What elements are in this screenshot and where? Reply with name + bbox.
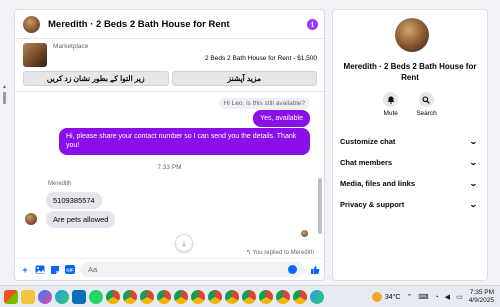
arrow-down-icon: ↓ xyxy=(181,238,187,248)
page-scroll-up-arrow[interactable]: ▲ xyxy=(2,84,7,90)
battery-icon[interactable]: ▭ xyxy=(456,293,463,301)
chat-window: Meredith · 2 Beds 2 Bath House for Rent … xyxy=(14,9,325,281)
listing-title-price[interactable]: 2 Beds 2 Bath House for Rent - $1,500 xyxy=(53,55,317,62)
avatar[interactable] xyxy=(23,15,40,33)
whatsapp-icon[interactable] xyxy=(89,289,103,304)
gif-icon[interactable]: GIF xyxy=(65,265,75,275)
keyboard-icon[interactable]: ⌨ xyxy=(418,293,428,301)
message-list: Hi Leo, is this still available? Yes, av… xyxy=(15,96,324,260)
chat-info-panel: Meredith · 2 Beds 2 Bath House for Rent … xyxy=(332,9,488,281)
wifi-icon[interactable]: ◔ xyxy=(434,294,438,301)
listing-thumbnail[interactable] xyxy=(23,43,47,67)
weather-widget[interactable]: 34°C xyxy=(371,292,401,302)
incoming-message[interactable]: Are pets allowed xyxy=(46,211,116,228)
section-label: Customize chat xyxy=(340,137,396,146)
volume-icon[interactable]: ◀ xyxy=(445,293,450,301)
sender-name: Meredith xyxy=(48,181,72,187)
search-label: Search xyxy=(416,110,437,117)
chat-header: Meredith · 2 Beds 2 Bath House for Rent … xyxy=(15,10,324,39)
mark-pending-button[interactable]: زیر التوا کے بطور نشان زد کریں xyxy=(23,71,169,86)
clock-date: 4/9/2025 xyxy=(468,297,494,304)
chat-title[interactable]: Meredith · 2 Beds 2 Bath House for Rent xyxy=(48,19,307,30)
quick-actions: Mute Search xyxy=(333,92,487,117)
copilot-icon[interactable] xyxy=(38,289,52,304)
reply-indicator: ↰ You replied to Meredith xyxy=(245,250,315,256)
clock[interactable]: 7:35 PM 4/9/2025 xyxy=(469,289,494,305)
outlook-icon[interactable] xyxy=(72,289,86,304)
message-timestamp: 7:33 PM xyxy=(157,164,182,171)
message-input[interactable]: Aa xyxy=(80,262,305,277)
mute-button[interactable]: Mute xyxy=(383,92,399,117)
svg-text:GIF: GIF xyxy=(66,268,74,273)
start-icon[interactable] xyxy=(4,289,18,304)
search-icon xyxy=(418,92,434,107)
system-tray: 34°C ⌃ ⌨ ◔ ◀ ▭ 7:35 PM 4/9/2025 xyxy=(371,286,500,307)
chevron-down-icon: ⌄ xyxy=(469,179,479,188)
edge-icon[interactable] xyxy=(310,289,324,304)
chrome-icon[interactable] xyxy=(191,289,205,304)
section-customize-chat[interactable]: Customize chat ⌄ xyxy=(333,131,487,152)
chrome-icon[interactable] xyxy=(242,289,256,304)
chrome-icon[interactable] xyxy=(174,289,188,304)
search-button[interactable]: Search xyxy=(416,92,437,117)
clock-time: 7:35 PM xyxy=(469,288,494,296)
section-privacy-support[interactable]: Privacy & support ⌄ xyxy=(333,194,487,215)
bell-icon xyxy=(383,92,399,107)
section-chat-members[interactable]: Chat members ⌄ xyxy=(333,152,487,173)
chrome-icon[interactable] xyxy=(157,289,171,304)
chrome-icon[interactable] xyxy=(259,289,273,304)
outgoing-message[interactable]: Yes, available xyxy=(253,110,310,128)
profile-name[interactable]: Meredith · 2 Beds 2 Bath House for Rent xyxy=(339,62,481,84)
info-icon[interactable]: i xyxy=(307,18,318,30)
read-receipt-avatar xyxy=(301,230,308,237)
temperature: 34°C xyxy=(384,293,401,301)
chrome-icon[interactable] xyxy=(123,289,137,304)
profile-avatar[interactable] xyxy=(395,18,429,52)
section-label: Media, files and links xyxy=(340,179,416,188)
incoming-message[interactable]: 5109385574 xyxy=(46,192,102,209)
sender-avatar[interactable] xyxy=(25,213,37,225)
mute-label: Mute xyxy=(383,110,398,117)
info-sections: Customize chat ⌄ Chat members ⌄ Media, f… xyxy=(333,131,487,215)
section-media-files-links[interactable]: Media, files and links ⌄ xyxy=(333,173,487,194)
section-label: Chat members xyxy=(340,158,393,167)
page-scrollbar[interactable] xyxy=(3,92,6,104)
thumbs-up-icon[interactable] xyxy=(310,265,320,275)
image-icon[interactable] xyxy=(35,265,45,275)
chevron-down-icon: ⌄ xyxy=(469,158,479,167)
emoji-icon[interactable] xyxy=(288,265,297,274)
listing-card: Marketplace 2 Beds 2 Bath House for Rent… xyxy=(15,39,324,86)
sticker-icon[interactable] xyxy=(50,265,60,275)
more-options-button[interactable]: مزید آپشنز xyxy=(171,71,317,86)
plus-icon[interactable]: + xyxy=(20,265,30,275)
divider xyxy=(15,91,324,92)
chrome-icon[interactable] xyxy=(225,289,239,304)
message-input-placeholder: Aa xyxy=(88,265,98,274)
folder-icon[interactable] xyxy=(21,289,35,304)
sun-icon xyxy=(371,292,382,302)
composer: + GIF Aa xyxy=(15,258,324,280)
chrome-icon[interactable] xyxy=(208,289,222,304)
outgoing-message[interactable]: Hi, please share your contact number so … xyxy=(59,128,310,155)
quoted-message[interactable]: Hi Leo, is this still available? xyxy=(218,98,310,109)
chat-scrollbar[interactable] xyxy=(318,178,322,234)
chevron-down-icon: ⌄ xyxy=(469,137,479,146)
section-label: Privacy & support xyxy=(340,200,405,209)
chevron-up-icon[interactable]: ⌃ xyxy=(406,293,412,301)
chrome-icon[interactable] xyxy=(140,289,154,304)
edge-icon[interactable] xyxy=(55,289,69,304)
scroll-to-bottom-button[interactable]: ↓ xyxy=(175,234,193,252)
chevron-down-icon: ⌄ xyxy=(469,200,479,209)
taskbar: 34°C ⌃ ⌨ ◔ ◀ ▭ 7:35 PM 4/9/2025 xyxy=(0,285,500,307)
reply-indicator-text: You replied to Meredith xyxy=(252,250,315,256)
marketplace-label: Marketplace xyxy=(53,43,89,50)
chrome-icon[interactable] xyxy=(106,289,120,304)
chrome-icon[interactable] xyxy=(293,289,307,304)
chrome-icon[interactable] xyxy=(276,289,290,304)
